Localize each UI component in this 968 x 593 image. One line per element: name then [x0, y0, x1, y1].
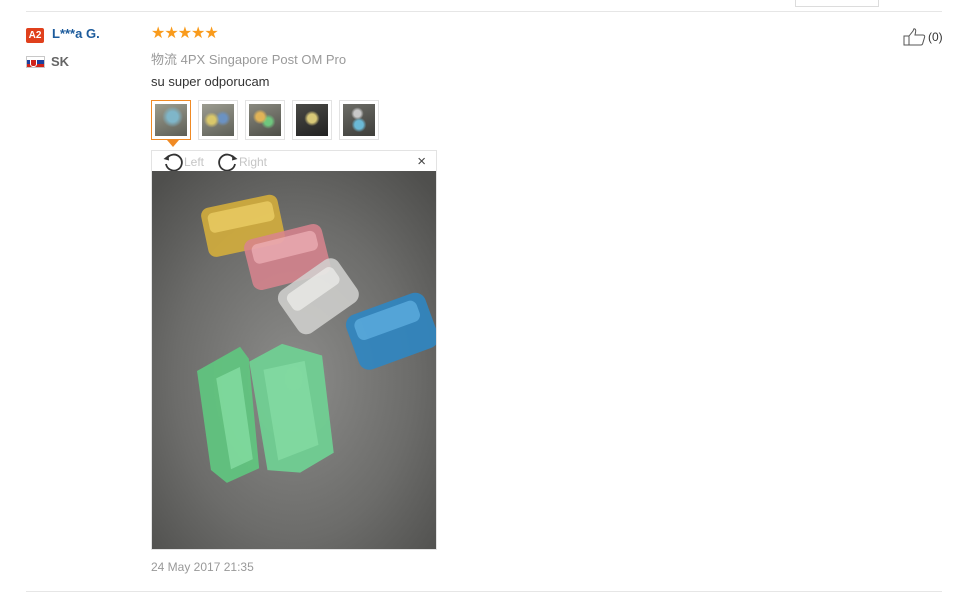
country-code: SK	[51, 54, 70, 69]
star-rating: ★★★★★	[151, 25, 219, 42]
rotate-right-label: Right	[239, 154, 268, 169]
rotate-left-button[interactable]: Left	[162, 151, 204, 172]
helpful-button[interactable]: (0)	[903, 28, 943, 46]
shipping-info: 物流 4PX Singapore Post OM Pro	[151, 49, 346, 68]
shipping-method: 4PX Singapore Post OM Pro	[180, 52, 347, 67]
review-date: 24 May 2017 21:35	[151, 560, 254, 574]
buyer-level-badge: A2	[26, 28, 44, 43]
helpful-count: (0)	[928, 30, 943, 44]
review-photo-thumbnail-2[interactable]	[198, 100, 238, 140]
top-select-box[interactable]	[795, 0, 879, 7]
review-photo-thumbnail-1[interactable]	[151, 100, 191, 140]
shipping-label: 物流	[151, 52, 178, 67]
review-photo-thumbnail-5[interactable]	[339, 100, 379, 140]
photo-viewer-toolbar: Left Right ×	[152, 151, 436, 172]
top-divider	[26, 11, 942, 12]
rotate-left-icon	[163, 153, 183, 171]
reviewer-name: L***a G.	[52, 26, 100, 41]
review-photo-thumbnails	[151, 100, 386, 140]
bottom-divider	[26, 591, 942, 592]
review-photo-thumbnail-3[interactable]	[245, 100, 285, 140]
review-text: su super odporucam	[151, 74, 270, 89]
review-photo-large	[152, 171, 436, 549]
rotate-right-icon	[218, 153, 238, 171]
photo-viewer: Left Right ×	[151, 150, 437, 550]
rotate-left-label: Left	[184, 154, 205, 169]
selected-thumbnail-caret	[167, 140, 179, 147]
review-photo-thumbnail-4[interactable]	[292, 100, 332, 140]
close-photo-button[interactable]: ×	[417, 154, 426, 170]
thumbs-up-icon	[903, 28, 927, 46]
rotate-right-button[interactable]: Right	[217, 151, 267, 172]
slovakia-flag-icon	[26, 56, 45, 68]
